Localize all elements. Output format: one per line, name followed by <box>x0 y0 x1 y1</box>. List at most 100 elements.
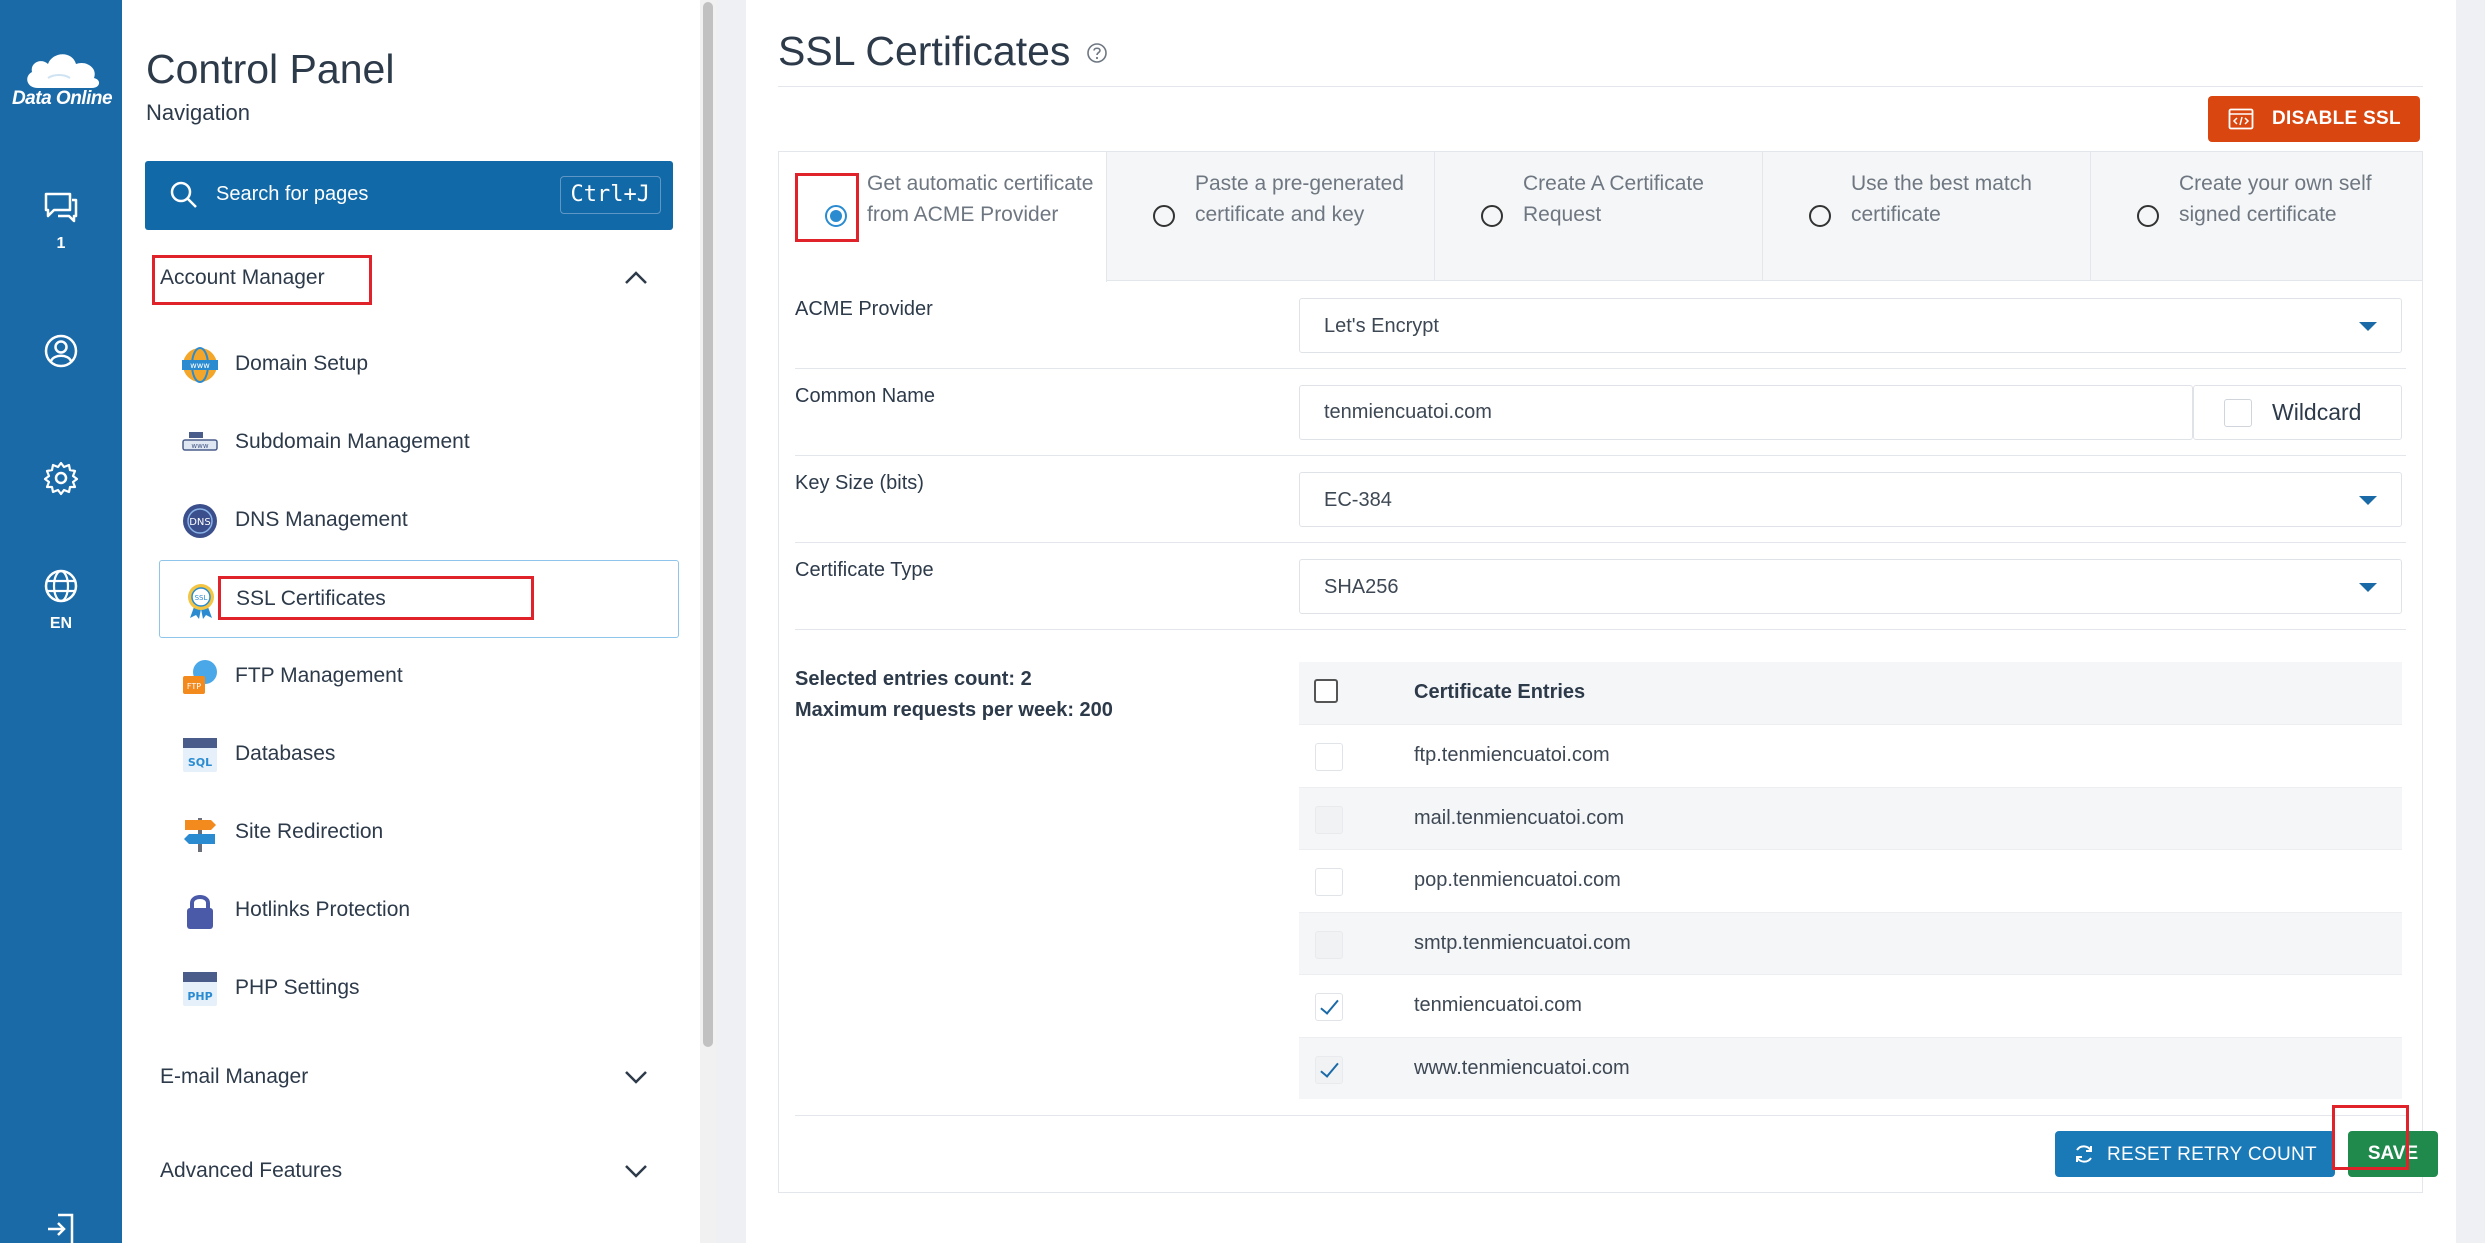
ftp-icon: FTP <box>183 660 217 694</box>
help-icon[interactable] <box>1086 42 1108 64</box>
section-advanced-features[interactable]: Advanced Features <box>122 1147 702 1195</box>
wildcard-toggle[interactable]: Wildcard <box>2193 385 2402 440</box>
nav-item-label: PHP Settings <box>235 976 360 999</box>
entry-checkbox[interactable] <box>1315 868 1343 896</box>
certificate-type-select[interactable]: SHA256 <box>1299 559 2402 614</box>
entries-summary: Selected entries count: 2 Maximum reques… <box>795 664 1113 726</box>
svg-text:PHP: PHP <box>187 990 212 1003</box>
main-scrollbar[interactable] <box>2456 0 2485 1243</box>
tab-label: Paste a pre-generated certificate and ke… <box>1195 172 1404 226</box>
radio-icon[interactable] <box>1153 205 1175 227</box>
max-requests-per-week: Maximum requests per week: 200 <box>795 699 1113 721</box>
svg-text:DNS: DNS <box>189 517 211 528</box>
messages-button[interactable]: 1 <box>0 190 122 253</box>
tab-label: Create your own self signed certificate <box>2179 172 2372 226</box>
disable-ssl-button[interactable]: DISABLE SSL <box>2208 96 2420 142</box>
entry-checkbox[interactable] <box>1315 930 1343 959</box>
icon-rail: Data Online 1 EN <box>0 0 122 1243</box>
acme-provider-select[interactable]: Let's Encrypt <box>1299 298 2402 353</box>
nav-item-dns-management[interactable]: DNS DNS Management <box>159 482 679 560</box>
table-row[interactable]: tenmiencuatoi.com <box>1299 974 2402 1037</box>
radio-icon[interactable] <box>1809 205 1831 227</box>
wildcard-label: Wildcard <box>2272 399 2362 425</box>
gear-icon <box>43 461 79 496</box>
row-key-size: Key Size (bits) EC-384 <box>795 456 2406 543</box>
table-row[interactable]: mail.tenmiencuatoi.com <box>1299 786 2402 849</box>
search-shortcut: Ctrl+J <box>559 176 661 214</box>
key-size-label: Key Size (bits) <box>795 472 924 494</box>
table-row[interactable]: smtp.tenmiencuatoi.com <box>1299 911 2402 974</box>
section-label: E-mail Manager <box>160 1065 309 1088</box>
chat-icon <box>44 192 78 223</box>
www-globe-icon: www <box>182 347 218 383</box>
settings-button[interactable] <box>0 460 122 501</box>
certificate-type-value: SHA256 <box>1324 576 1399 598</box>
tab-best-match[interactable]: Use the best match certificate <box>1763 152 2091 281</box>
nav-item-hotlinks-protection[interactable]: Hotlinks Protection <box>159 872 679 950</box>
radio-icon[interactable] <box>1481 205 1503 227</box>
nav-item-php-settings[interactable]: PHP PHP Settings <box>159 950 679 1028</box>
svg-text:SSL: SSL <box>195 594 208 602</box>
nav-item-site-redirection[interactable]: Site Redirection <box>159 794 679 872</box>
wildcard-checkbox[interactable] <box>2224 399 2252 427</box>
table-row[interactable]: pop.tenmiencuatoi.com <box>1299 849 2402 912</box>
nav-item-subdomain-management[interactable]: www Subdomain Management <box>159 404 679 482</box>
acme-provider-value: Let's Encrypt <box>1324 315 1439 337</box>
row-common-name: Common Name tenmiencuatoi.com Wildcard <box>795 369 2406 456</box>
sql-database-icon: SQL <box>183 738 217 772</box>
page-title: SSL Certificates <box>778 28 1071 74</box>
tab-self-signed[interactable]: Create your own self signed certificate <box>2091 152 2422 281</box>
nav-item-label: Hotlinks Protection <box>235 898 411 921</box>
tab-certificate-request[interactable]: Create A Certificate Request <box>1435 152 1763 281</box>
section-email-manager[interactable]: E-mail Manager <box>122 1053 702 1101</box>
certificate-mode-tabs: Get automatic certificate from ACME Prov… <box>779 152 2422 282</box>
messages-count: 1 <box>56 235 66 252</box>
table-header: Certificate Entries <box>1299 662 2402 724</box>
nav-item-label: Subdomain Management <box>235 430 470 453</box>
globe-icon <box>44 569 78 603</box>
table-row[interactable]: ftp.tenmiencuatoi.com <box>1299 724 2402 787</box>
tab-paste-certificate[interactable]: Paste a pre-generated certificate and ke… <box>1107 152 1435 281</box>
search-placeholder: Search for pages <box>216 183 369 205</box>
svg-text:www: www <box>190 361 210 370</box>
caret-down-icon <box>2359 496 2377 505</box>
data-online-logo[interactable]: Data Online <box>8 48 116 110</box>
panel-title: Control Panel <box>146 46 395 92</box>
nav-item-domain-setup[interactable]: www Domain Setup <box>159 326 679 404</box>
entry-checkbox[interactable] <box>1315 805 1343 834</box>
nav-item-label: FTP Management <box>235 664 403 687</box>
entry-checkbox[interactable] <box>1315 743 1343 771</box>
chevron-down-icon <box>625 1165 647 1178</box>
reset-retry-count-label: RESET RETRY COUNT <box>2107 1144 2317 1165</box>
select-all-checkbox[interactable] <box>1314 679 1338 703</box>
language-button[interactable]: EN <box>0 568 122 633</box>
row-certificate-type: Certificate Type SHA256 <box>795 543 2406 630</box>
radio-icon[interactable] <box>2137 205 2159 227</box>
code-window-icon <box>2228 108 2254 130</box>
reset-retry-count-button[interactable]: RESET RETRY COUNT <box>2055 1131 2335 1177</box>
account-button[interactable] <box>0 333 122 374</box>
nav-scrollbar-thumb[interactable] <box>703 2 713 1047</box>
search-pages-input[interactable]: Search for pages Ctrl+J <box>145 161 673 230</box>
certificate-entries-table: Certificate Entries ftp.tenmiencuatoi.co… <box>1299 662 2402 1099</box>
entry-domain: mail.tenmiencuatoi.com <box>1414 806 1625 829</box>
nav-item-databases[interactable]: SQL Databases <box>159 716 679 794</box>
logout-button[interactable] <box>0 1212 122 1243</box>
common-name-input[interactable]: tenmiencuatoi.com <box>1299 385 2193 440</box>
highlight-account-manager <box>152 255 372 305</box>
key-size-select[interactable]: EC-384 <box>1299 472 2402 527</box>
title-divider <box>778 86 2423 87</box>
entry-checkbox-checked[interactable] <box>1315 993 1343 1021</box>
actions-divider <box>795 1115 2406 1116</box>
acme-provider-label: ACME Provider <box>795 298 933 320</box>
table-row[interactable]: www.tenmiencuatoi.com <box>1299 1036 2402 1099</box>
entry-checkbox-checked[interactable] <box>1315 1055 1343 1084</box>
entry-domain: pop.tenmiencuatoi.com <box>1414 869 1621 891</box>
panel-subtitle: Navigation <box>146 100 250 125</box>
disable-ssl-label: DISABLE SSL <box>2272 108 2401 129</box>
nav-scrollbar[interactable] <box>700 0 716 1243</box>
tab-label: Create A Certificate Request <box>1523 172 1704 226</box>
nav-item-label: DNS Management <box>235 508 408 531</box>
nav-item-ftp-management[interactable]: FTP FTP Management <box>159 638 679 716</box>
ssl-form-card: Get automatic certificate from ACME Prov… <box>778 151 2438 1193</box>
